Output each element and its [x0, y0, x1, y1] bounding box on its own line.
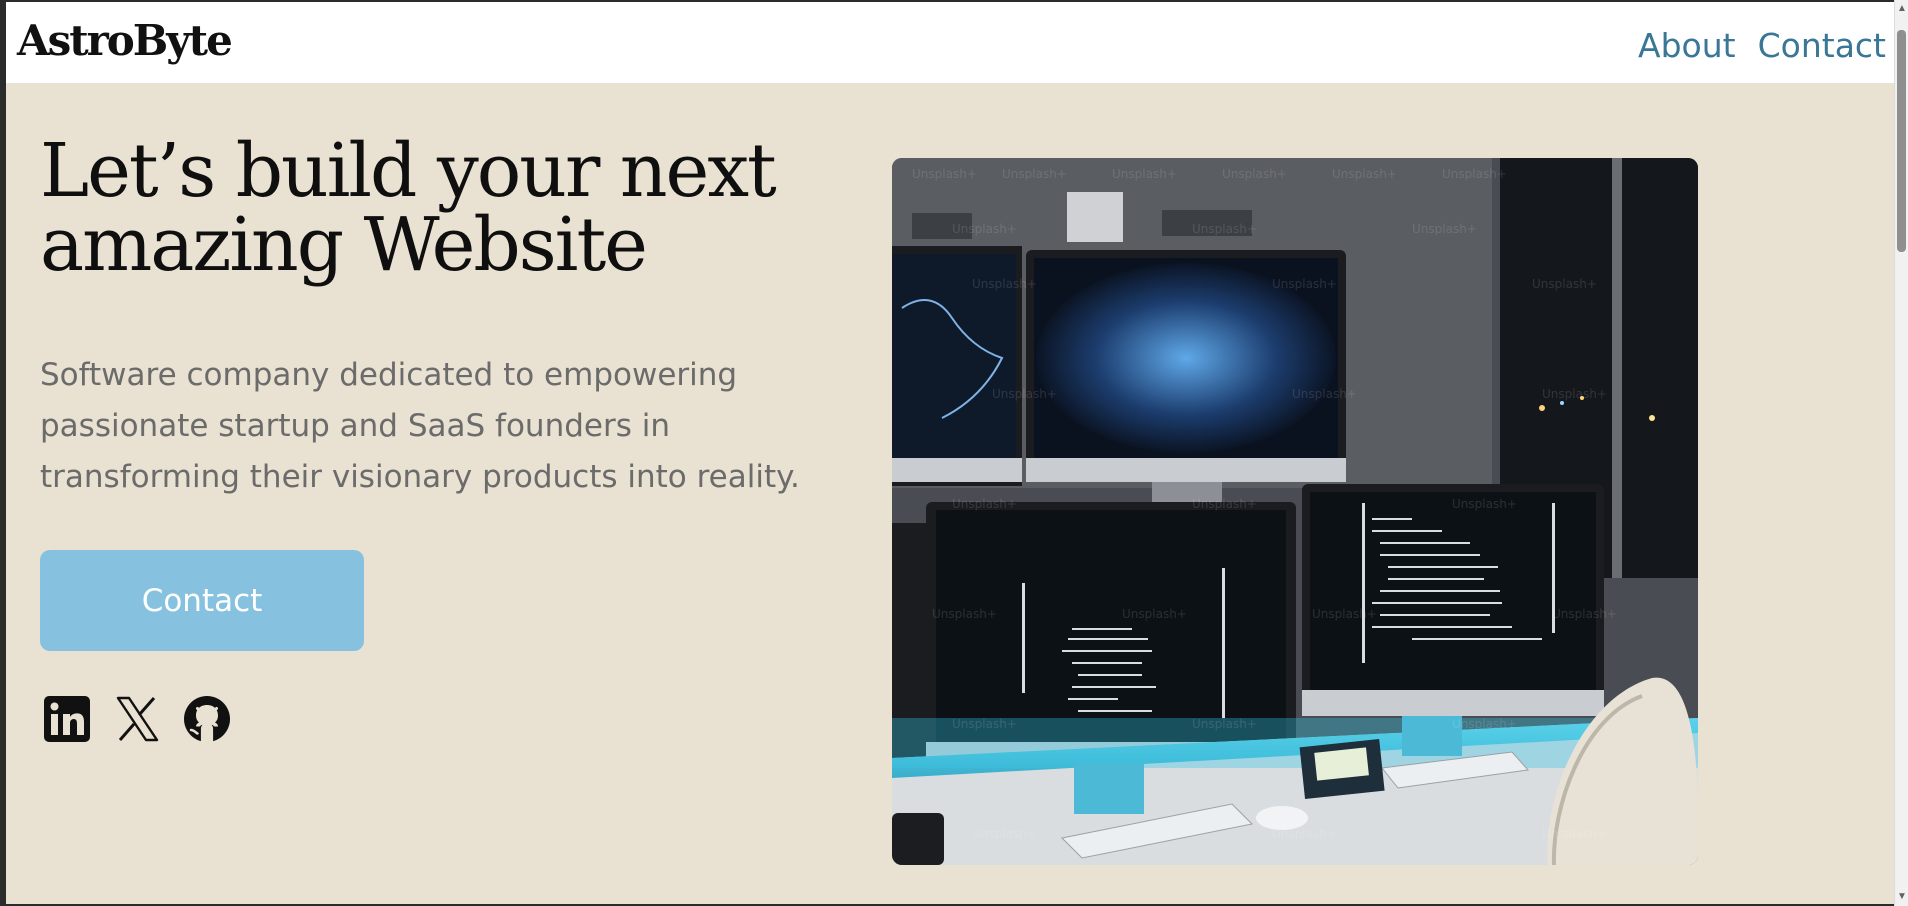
brand-logo[interactable]: AstroByte — [17, 16, 233, 65]
svg-text:Unsplash+: Unsplash+ — [1272, 277, 1337, 291]
nav-links: About Contact — [1638, 26, 1886, 65]
nav-link-contact[interactable]: Contact — [1758, 26, 1886, 65]
svg-text:Unsplash+: Unsplash+ — [1452, 497, 1517, 511]
svg-text:Unsplash+: Unsplash+ — [1192, 717, 1257, 731]
svg-text:Unsplash+: Unsplash+ — [1542, 827, 1607, 841]
contact-button[interactable]: Contact — [40, 550, 364, 651]
svg-text:Unsplash+: Unsplash+ — [952, 222, 1017, 236]
svg-text:Unsplash+: Unsplash+ — [1292, 387, 1357, 401]
svg-text:Unsplash+: Unsplash+ — [1442, 167, 1507, 181]
scroll-up-arrow-icon[interactable]: ▲ — [1896, 2, 1908, 16]
svg-text:Unsplash+: Unsplash+ — [912, 167, 977, 181]
svg-text:Unsplash+: Unsplash+ — [952, 497, 1017, 511]
nav-link-about[interactable]: About — [1638, 26, 1736, 65]
svg-text:Unsplash+: Unsplash+ — [1272, 827, 1337, 841]
x-icon[interactable] — [112, 694, 162, 744]
svg-text:Unsplash+: Unsplash+ — [1552, 607, 1617, 621]
svg-text:Unsplash+: Unsplash+ — [1332, 167, 1397, 181]
github-icon[interactable] — [182, 694, 232, 744]
svg-text:Unsplash+: Unsplash+ — [1222, 167, 1287, 181]
svg-text:Unsplash+: Unsplash+ — [992, 387, 1057, 401]
svg-text:Unsplash+: Unsplash+ — [1312, 607, 1377, 621]
svg-text:Unsplash+: Unsplash+ — [1542, 387, 1607, 401]
svg-text:Unsplash+: Unsplash+ — [972, 277, 1037, 291]
social-links — [42, 694, 232, 744]
scroll-down-arrow-icon[interactable]: ▼ — [1896, 890, 1908, 904]
scroll-thumb[interactable] — [1897, 30, 1906, 252]
svg-text:Unsplash+: Unsplash+ — [1002, 167, 1067, 181]
vertical-scrollbar[interactable]: ▲ ▼ — [1894, 0, 1908, 906]
svg-text:Unsplash+: Unsplash+ — [1192, 222, 1257, 236]
svg-text:Unsplash+: Unsplash+ — [1452, 717, 1517, 731]
hero-tagline: Software company dedicated to empowering… — [40, 357, 800, 495]
hero-headline: Let’s build your next amazing Website — [40, 128, 777, 288]
svg-text:Unsplash+: Unsplash+ — [932, 607, 997, 621]
browser-viewport: AstroByte About Contact Let’s build your… — [6, 2, 1894, 904]
svg-text:Unsplash+: Unsplash+ — [1532, 277, 1597, 291]
svg-text:Unsplash+: Unsplash+ — [1412, 222, 1477, 236]
top-navbar: AstroByte About Contact — [6, 2, 1894, 83]
svg-text:Unsplash+: Unsplash+ — [1192, 497, 1257, 511]
linkedin-icon[interactable] — [42, 694, 92, 744]
hero-image: Unsplash+ Unsplash+ Unsplash+ Unsplash+ … — [892, 158, 1698, 865]
svg-text:Unsplash+: Unsplash+ — [1112, 167, 1177, 181]
svg-text:Unsplash+: Unsplash+ — [952, 717, 1017, 731]
svg-text:Unsplash+: Unsplash+ — [1122, 607, 1187, 621]
svg-text:Unsplash+: Unsplash+ — [972, 827, 1037, 841]
